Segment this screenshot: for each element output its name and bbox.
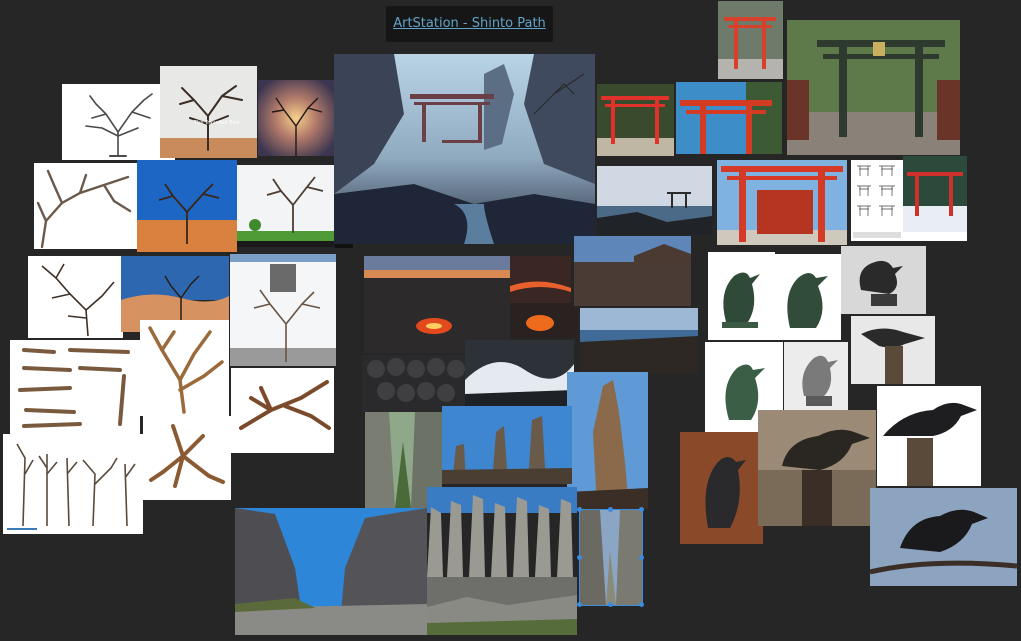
tile-shrine-gate[interactable] — [717, 160, 847, 245]
tile-rock-pillars[interactable] — [442, 406, 572, 484]
tile-jade-crow-2[interactable] — [774, 254, 841, 340]
resize-handle-nw[interactable] — [577, 507, 582, 512]
tile-rocky-shore[interactable] — [580, 308, 698, 374]
resize-handle-s[interactable] — [608, 602, 613, 607]
tile-bare-tree-white[interactable] — [62, 84, 175, 160]
resize-handle-sw[interactable] — [577, 602, 582, 607]
tile-shinto-path-painting[interactable] — [334, 54, 595, 244]
tile-torii-snow[interactable] — [903, 156, 967, 241]
tile-karst-valley[interactable] — [235, 508, 427, 635]
tile-torii-types-chart[interactable] — [851, 160, 903, 241]
resize-handle-n[interactable] — [608, 507, 613, 512]
tile-lava-field[interactable] — [364, 256, 510, 353]
tile-canyon-selected[interactable] — [579, 509, 643, 606]
tile-jade-crow-1[interactable] — [708, 252, 775, 340]
tile-lava-flow[interactable] — [510, 256, 571, 303]
resize-handle-se[interactable] — [639, 602, 644, 607]
tile-basalt-columns[interactable] — [362, 355, 465, 412]
tile-torii-sea[interactable] — [597, 166, 712, 235]
tile-raven-fur[interactable] — [680, 432, 763, 544]
tile-driftwood[interactable] — [231, 368, 334, 453]
tile-stone-forest[interactable] — [427, 487, 577, 577]
tile-tall-bare-trees[interactable] — [3, 434, 143, 534]
tile-volcanic-coast[interactable] — [574, 236, 691, 306]
tile-branch-set[interactable] — [10, 340, 140, 434]
tile-bronze-crow-base[interactable] — [841, 246, 926, 314]
tile-twisted-roots[interactable] — [140, 320, 229, 416]
tile-sprawling-tree[interactable] — [28, 256, 123, 338]
artstation-link[interactable]: ArtStation - Shinto Path — [386, 6, 553, 42]
tile-silver-crow[interactable] — [784, 342, 848, 412]
tile-travelled-tree[interactable]: The Travelled Tree — [160, 66, 257, 158]
tile-lava-glow[interactable] — [510, 303, 577, 338]
tile-gnarled-tree[interactable] — [34, 163, 138, 249]
resize-handle-ne[interactable] — [639, 507, 644, 512]
tile-raven-on-log[interactable] — [877, 386, 981, 486]
tile-wave-splash[interactable] — [465, 340, 574, 406]
tile-rock-spire[interactable] — [567, 372, 648, 509]
tile-raven-branch[interactable] — [870, 488, 1017, 586]
tile-desert-tree[interactable] — [137, 160, 237, 252]
tile-torii-blue-sky[interactable] — [676, 82, 782, 154]
tile-cabin-tree[interactable] — [230, 254, 336, 366]
tile-sunset-tree[interactable] — [258, 80, 334, 156]
resize-handle-e[interactable] — [639, 555, 644, 560]
tile-stone-torii[interactable] — [787, 20, 960, 155]
tile-torii-path[interactable] — [597, 84, 674, 156]
tile-limestone-ridge[interactable] — [427, 577, 577, 635]
tile-field-tree[interactable] — [237, 165, 335, 247]
tile-bronze-raven[interactable] — [758, 410, 876, 526]
tile-crow-on-post[interactable] — [851, 316, 935, 384]
resize-handle-w[interactable] — [577, 555, 582, 560]
tile-root-branch[interactable] — [143, 416, 231, 500]
moodboard-canvas[interactable]: ArtStation - Shinto Path The Travelled T… — [0, 0, 1021, 641]
tile-torii-forest[interactable] — [718, 1, 783, 79]
tree-caption: The Travelled Tree — [194, 120, 240, 126]
